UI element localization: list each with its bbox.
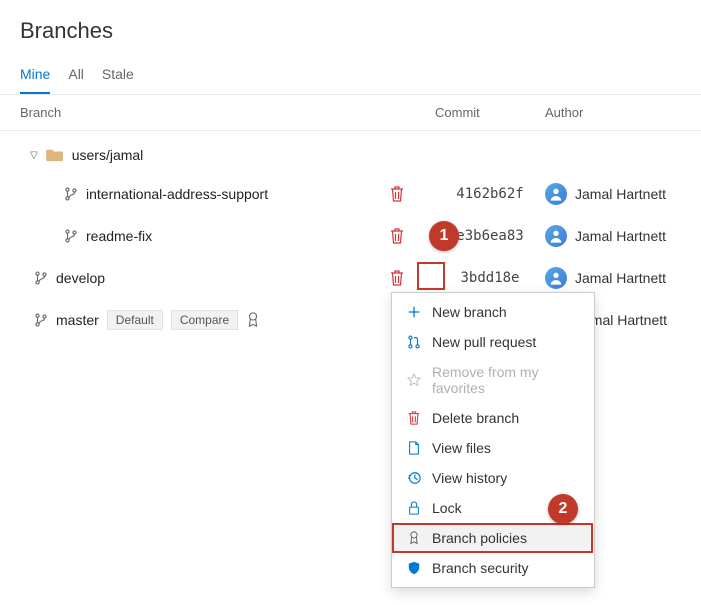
menu-remove-favorite: Remove from my favorites bbox=[392, 357, 594, 403]
table-row[interactable]: readme-fix e3b6ea83 Jamal Hartnett bbox=[0, 215, 701, 257]
trash-icon[interactable] bbox=[390, 228, 404, 244]
history-icon bbox=[406, 470, 422, 486]
menu-new-pull-request[interactable]: New pull request bbox=[392, 327, 594, 357]
pull-request-icon bbox=[406, 334, 422, 350]
menu-delete-branch[interactable]: Delete branch bbox=[392, 403, 594, 433]
menu-label: New pull request bbox=[432, 334, 536, 350]
branch-name: develop bbox=[56, 270, 105, 286]
menu-label: New branch bbox=[432, 304, 507, 320]
author-name: Jamal Hartnett bbox=[575, 186, 666, 202]
annotation-callout-2: 2 bbox=[548, 494, 578, 524]
compare-badge[interactable]: Compare bbox=[171, 310, 238, 330]
branch-context-menu: New branch New pull request Remove from … bbox=[391, 292, 595, 588]
tab-mine[interactable]: Mine bbox=[20, 60, 50, 94]
column-author[interactable]: Author bbox=[545, 105, 681, 120]
menu-view-files[interactable]: View files bbox=[392, 433, 594, 463]
menu-label: Lock bbox=[432, 500, 462, 516]
branch-icon bbox=[34, 271, 48, 285]
page-title: Branches bbox=[20, 18, 681, 44]
trash-icon[interactable] bbox=[390, 186, 404, 202]
default-badge: Default bbox=[107, 310, 163, 330]
column-branch[interactable]: Branch bbox=[20, 105, 435, 120]
ribbon-icon bbox=[406, 530, 422, 546]
menu-label: Branch security bbox=[432, 560, 528, 576]
policy-ribbon-icon bbox=[246, 312, 260, 328]
menu-branch-security[interactable]: Branch security bbox=[392, 553, 594, 583]
column-commit[interactable]: Commit bbox=[435, 105, 545, 120]
trash-icon[interactable] bbox=[390, 270, 404, 286]
folder-name: users/jamal bbox=[72, 147, 144, 163]
commit-hash[interactable]: 3bdd18e bbox=[435, 270, 545, 286]
menu-label: View history bbox=[432, 470, 507, 486]
table-row[interactable]: international-address-support 4162b62f J… bbox=[0, 173, 701, 215]
menu-label: Branch policies bbox=[432, 530, 527, 546]
author-name: Jamal Hartnett bbox=[575, 228, 666, 244]
table-header: Branch Commit Author bbox=[0, 95, 701, 131]
author-name: Jamal Hartnett bbox=[575, 270, 666, 286]
menu-label: Remove from my favorites bbox=[432, 364, 580, 396]
plus-icon bbox=[406, 304, 422, 320]
menu-view-history[interactable]: View history bbox=[392, 463, 594, 493]
menu-label: Delete branch bbox=[432, 410, 519, 426]
table-row[interactable]: develop 3bdd18e Jamal Hartnett bbox=[0, 257, 701, 299]
commit-hash[interactable]: 4162b62f bbox=[435, 186, 545, 202]
tabs: Mine All Stale bbox=[0, 56, 701, 95]
tab-stale[interactable]: Stale bbox=[102, 60, 134, 94]
menu-branch-policies[interactable]: Branch policies bbox=[392, 523, 594, 553]
star-outline-icon bbox=[406, 372, 422, 388]
branch-name: master bbox=[56, 312, 99, 328]
folder-icon bbox=[46, 148, 64, 162]
branch-icon bbox=[64, 187, 78, 201]
avatar bbox=[545, 183, 567, 205]
avatar bbox=[545, 225, 567, 247]
branch-icon bbox=[64, 229, 78, 243]
folder-row[interactable]: ▽ users/jamal bbox=[0, 137, 701, 173]
tab-all[interactable]: All bbox=[68, 60, 84, 94]
annotation-callout-1: 1 bbox=[429, 221, 459, 251]
chevron-down-icon[interactable]: ▽ bbox=[30, 150, 38, 161]
shield-icon bbox=[406, 560, 422, 576]
menu-new-branch[interactable]: New branch bbox=[392, 297, 594, 327]
branch-icon bbox=[34, 313, 48, 327]
table-row[interactable]: master Default Compare ⋯ 4162b62f Jamal … bbox=[0, 299, 701, 341]
branch-name: readme-fix bbox=[86, 228, 152, 244]
avatar bbox=[545, 267, 567, 289]
lock-icon bbox=[406, 500, 422, 516]
branch-name: international-address-support bbox=[86, 186, 268, 202]
file-icon bbox=[406, 440, 422, 456]
menu-label: View files bbox=[432, 440, 491, 456]
trash-icon bbox=[406, 410, 422, 426]
